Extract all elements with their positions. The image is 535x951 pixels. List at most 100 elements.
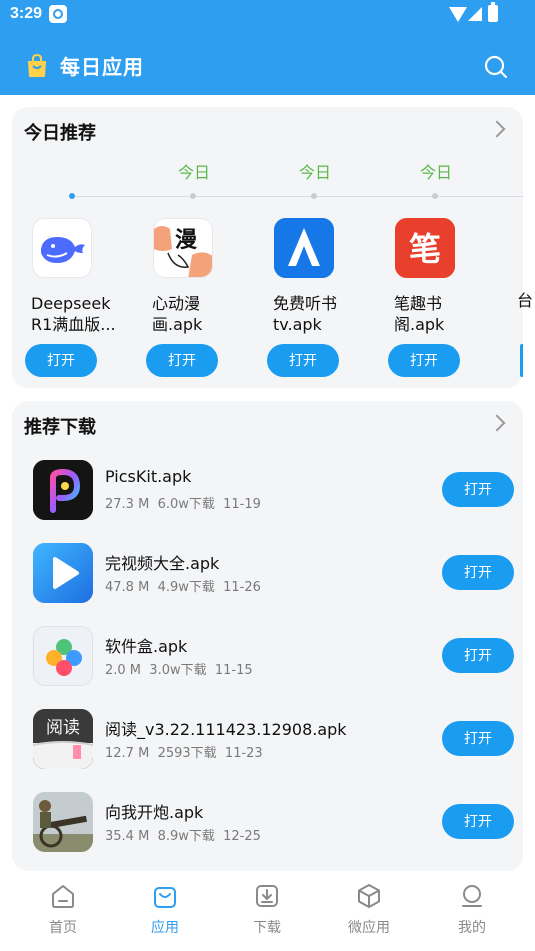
open-button[interactable]: 打开 [442,638,514,673]
app-bag-icon [154,887,176,908]
video-play-icon [33,543,93,603]
battery-icon [488,2,498,22]
partial-open-button[interactable] [520,344,523,377]
timeline-dot [432,193,438,199]
today-app-card[interactable]: 免费听书tv.apk 打开 [267,218,383,377]
app-date: 11-23 [224,746,263,761]
app-name: PicsKit.apk [105,467,192,486]
app-downloads: 6.0w下载 [157,497,215,512]
open-button[interactable]: 打开 [442,804,514,839]
svg-text:阅读: 阅读 [46,718,80,738]
recommend-download-card: 推荐下载 PicsKit.apk 27.3 M 6.0w下载 11-19 打开 [12,401,523,871]
app-name: 完视频大全.apk [105,554,220,573]
app-meta: 12.7 M 2593下载 11-23 [105,742,263,761]
app-name: 笔趣书阁.apk [394,294,445,334]
open-button[interactable]: 打开 [442,472,514,507]
comic-icon: 漫 [153,218,213,278]
svg-text:笔: 笔 [409,230,441,268]
svg-text:漫: 漫 [175,228,197,253]
open-button[interactable]: 打开 [442,555,514,590]
timeline-dot-active [69,193,75,199]
software-box-icon [33,626,93,686]
list-item[interactable]: 阅读 阅读_v3.22.111423.12908.apk 12.7 M 2593… [12,709,523,789]
sync-app-icon [49,5,67,23]
app-size: 35.4 M [105,829,150,844]
open-button[interactable]: 打开 [267,344,339,377]
audiobook-icon [274,218,334,278]
deepseek-whale-icon [32,218,92,278]
list-item[interactable]: 向我开炮.apk 35.4 M 8.9w下载 12-25 打开 [12,792,523,872]
app-meta: 27.3 M 6.0w下载 11-19 [105,493,261,512]
list-item[interactable]: 软件盒.apk 2.0 M 3.0w下载 11-15 打开 [12,626,523,706]
open-button[interactable]: 打开 [388,344,460,377]
app-name: 免费听书tv.apk [273,294,338,334]
app-size: 2.0 M [105,663,142,678]
top-app-bar: 3:29 每日应用 [0,0,535,95]
nav-label: 微应用 [348,920,390,936]
nav-download[interactable]: 下载 [227,883,307,937]
chevron-right-icon[interactable] [488,414,506,432]
app-size: 27.3 M [105,497,150,512]
app-downloads: 2593下载 [157,746,217,761]
cube-icon [358,884,380,908]
status-bar: 3:29 [0,0,535,30]
app-name: 向我开炮.apk [105,803,204,822]
section-title: 今日推荐 [24,123,96,144]
open-button[interactable]: 打开 [146,344,218,377]
open-button[interactable]: 打开 [25,344,97,377]
nav-micro-apps[interactable]: 微应用 [329,883,409,937]
app-size: 47.8 M [105,580,150,595]
nav-home[interactable]: 首页 [23,883,103,937]
timeline-label: 今日 [298,163,331,182]
picskit-icon [33,460,93,520]
timeline-label: 今日 [419,163,452,182]
cannon-soldier-icon [33,792,93,852]
app-name: 心动漫画.apk [152,294,203,334]
app-date: 12-25 [223,829,261,844]
chevron-right-icon[interactable] [488,120,506,138]
app-downloads: 8.9w下载 [157,829,215,844]
partial-app-name: 台 [517,291,534,310]
timeline-label: 今日 [177,163,210,182]
app-name: 软件盒.apk [105,637,188,656]
app-downloads: 3.0w下载 [149,663,207,678]
biqu-icon: 笔 [395,218,455,278]
status-indicators [449,2,505,23]
app-meta: 47.8 M 4.9w下载 11-26 [105,576,261,595]
today-app-card[interactable]: 笔 笔趣书阁.apk 打开 [388,218,504,377]
list-item[interactable]: PicsKit.apk 27.3 M 6.0w下载 11-19 打开 [12,460,523,540]
timeline [69,193,523,199]
app-name: Deepseek R1满血版... [31,294,116,334]
app-meta: 2.0 M 3.0w下载 11-15 [105,659,253,678]
timeline-dot [311,193,317,199]
bottom-navigation: 首页 应用 下载 微应用 我的 [0,871,535,951]
app-date: 11-26 [223,580,261,595]
app-size: 12.7 M [105,746,150,761]
app-title: 每日应用 [60,55,144,79]
section-title: 推荐下载 [24,417,96,438]
nav-label: 我的 [458,920,486,936]
app-name: 阅读_v3.22.111423.12908.apk [105,720,347,739]
signal-icon [468,7,482,21]
app-downloads: 4.9w下载 [157,580,215,595]
download-icon [256,885,278,907]
profile-icon [462,885,482,907]
timeline-dot [190,193,196,199]
app-date: 11-19 [223,497,261,512]
nav-label: 下载 [253,920,281,936]
shopping-bag-icon [28,54,46,77]
status-time: 3:29 [10,5,43,22]
nav-apps[interactable]: 应用 [125,883,205,937]
today-app-card[interactable]: Deepseek R1满血版... 打开 [25,218,141,377]
list-item[interactable]: 完视频大全.apk 47.8 M 4.9w下载 11-26 打开 [12,543,523,623]
app-date: 11-15 [214,663,253,678]
today-recommend-card: 今日推荐 今日 今日 今日 Deepseek R1满血版... 打开 漫 心动漫… [12,107,533,388]
nav-profile[interactable]: 我的 [432,883,512,937]
nav-label: 首页 [49,920,77,936]
wifi-icon [449,7,467,22]
today-app-card[interactable]: 漫 心动漫画.apk 打开 [146,218,262,377]
open-button[interactable]: 打开 [442,721,514,756]
home-icon [52,885,74,908]
nav-label: 应用 [151,920,179,936]
search-icon[interactable] [484,55,508,79]
